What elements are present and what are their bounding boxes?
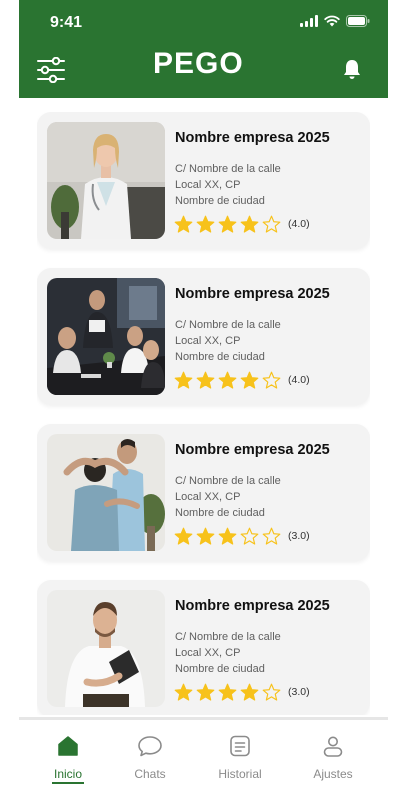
business-card[interactable]: Nombre empresa 2025 C/ Nombre de la call… bbox=[37, 268, 370, 405]
rating-value: (4.0) bbox=[288, 218, 310, 230]
tab-inicio[interactable]: Inicio bbox=[28, 734, 108, 784]
business-city: Nombre de ciudad bbox=[175, 195, 265, 207]
business-local: Local XX, CP bbox=[175, 179, 241, 191]
rating-value: (3.0) bbox=[288, 530, 310, 542]
tab-label: Historial bbox=[218, 767, 262, 781]
star-filled-icon bbox=[218, 371, 237, 389]
history-icon bbox=[230, 735, 250, 757]
battery-icon bbox=[346, 15, 370, 27]
star-filled-icon bbox=[218, 683, 237, 701]
star-filled-icon bbox=[240, 683, 259, 701]
status-icons bbox=[300, 15, 370, 27]
business-card[interactable]: Nombre empresa 2025 C/ Nombre de la call… bbox=[37, 580, 370, 715]
business-city: Nombre de ciudad bbox=[175, 507, 265, 519]
chat-icon bbox=[138, 736, 162, 757]
star-filled-icon bbox=[240, 371, 259, 389]
business-street: C/ Nombre de la calle bbox=[175, 163, 281, 175]
star-outline-icon bbox=[262, 215, 281, 233]
star-rating: (3.0) bbox=[174, 527, 310, 545]
business-card[interactable]: Nombre empresa 2025 C/ Nombre de la call… bbox=[37, 112, 370, 249]
business-street: C/ Nombre de la calle bbox=[175, 319, 281, 331]
star-filled-icon bbox=[196, 215, 215, 233]
star-filled-icon bbox=[218, 527, 237, 545]
filter-button[interactable] bbox=[37, 56, 65, 84]
star-filled-icon bbox=[174, 683, 193, 701]
business-photo bbox=[47, 434, 165, 551]
star-filled-icon bbox=[174, 215, 193, 233]
status-time: 9:41 bbox=[50, 14, 83, 31]
star-filled-icon bbox=[196, 371, 215, 389]
star-rating: (4.0) bbox=[174, 371, 310, 389]
business-local: Local XX, CP bbox=[175, 491, 241, 503]
home-icon bbox=[58, 736, 78, 756]
business-photo bbox=[47, 278, 165, 395]
tab-historial[interactable]: Historial bbox=[200, 734, 280, 781]
star-filled-icon bbox=[174, 527, 193, 545]
star-rating: (3.0) bbox=[174, 683, 310, 701]
business-street: C/ Nombre de la calle bbox=[175, 631, 281, 643]
star-outline-icon bbox=[240, 527, 259, 545]
business-local: Local XX, CP bbox=[175, 335, 241, 347]
business-card[interactable]: Nombre empresa 2025 C/ Nombre de la call… bbox=[37, 424, 370, 561]
star-filled-icon bbox=[218, 215, 237, 233]
business-name: Nombre empresa 2025 bbox=[175, 442, 330, 458]
wifi-icon bbox=[324, 15, 340, 27]
business-city: Nombre de ciudad bbox=[175, 351, 265, 363]
star-outline-icon bbox=[262, 527, 281, 545]
business-list[interactable]: Nombre empresa 2025 C/ Nombre de la call… bbox=[37, 112, 370, 715]
notifications-button[interactable] bbox=[341, 58, 363, 80]
tab-label: Chats bbox=[134, 767, 166, 781]
bottom-tab-bar: Inicio Chats Historial Ajustes bbox=[19, 720, 388, 800]
app-logo: PEGO bbox=[153, 47, 244, 80]
business-name: Nombre empresa 2025 bbox=[175, 130, 330, 146]
star-filled-icon bbox=[240, 215, 259, 233]
business-name: Nombre empresa 2025 bbox=[175, 598, 330, 614]
star-outline-icon bbox=[262, 371, 281, 389]
business-city: Nombre de ciudad bbox=[175, 663, 265, 675]
star-outline-icon bbox=[262, 683, 281, 701]
app-header: 9:41 PEGO bbox=[19, 0, 388, 98]
star-filled-icon bbox=[196, 527, 215, 545]
rating-value: (3.0) bbox=[288, 686, 310, 698]
star-rating: (4.0) bbox=[174, 215, 310, 233]
active-tab-indicator bbox=[52, 782, 84, 784]
business-photo bbox=[47, 590, 165, 707]
bell-icon bbox=[344, 60, 360, 79]
sliders-icon bbox=[37, 56, 65, 84]
tab-label: Ajustes bbox=[313, 767, 353, 781]
signal-icon bbox=[300, 15, 318, 27]
business-name: Nombre empresa 2025 bbox=[175, 286, 330, 302]
business-street: C/ Nombre de la calle bbox=[175, 475, 281, 487]
rating-value: (4.0) bbox=[288, 374, 310, 386]
business-local: Local XX, CP bbox=[175, 647, 241, 659]
star-filled-icon bbox=[196, 683, 215, 701]
business-photo bbox=[47, 122, 165, 239]
user-icon bbox=[323, 736, 343, 757]
tab-label: Inicio bbox=[53, 767, 82, 781]
tab-chats[interactable]: Chats bbox=[110, 734, 190, 781]
star-filled-icon bbox=[174, 371, 193, 389]
tab-ajustes[interactable]: Ajustes bbox=[293, 734, 373, 781]
